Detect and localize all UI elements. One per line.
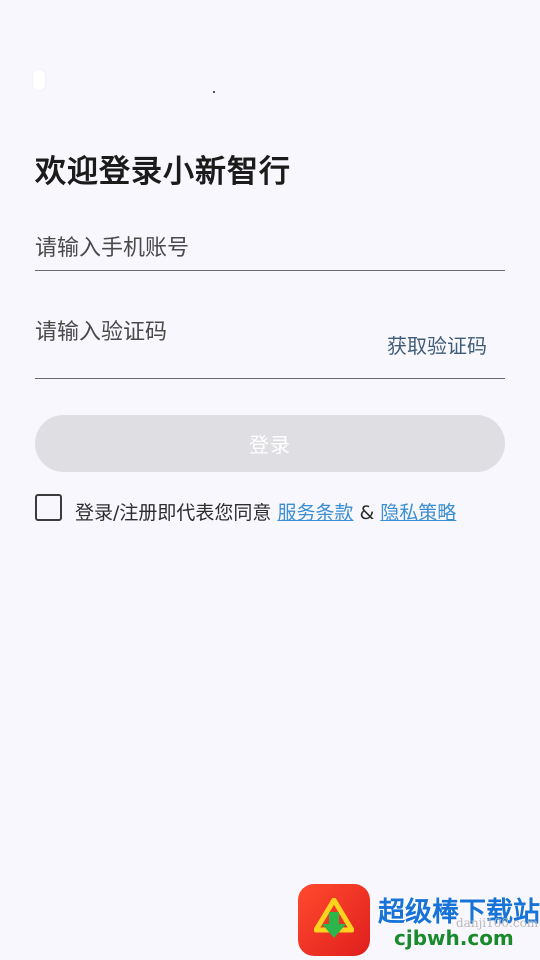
code-input[interactable]: [35, 310, 365, 354]
code-field: 获取验证码: [35, 310, 505, 379]
phone-input[interactable]: [35, 226, 365, 270]
login-button[interactable]: 登录: [35, 415, 505, 472]
watermark-site: cjbwh.com: [394, 926, 514, 950]
ampersand: &: [359, 502, 375, 524]
page-title: 欢迎登录小新智行: [35, 154, 291, 190]
agreement-text: 登录/注册即代表您同意 服务条款 & 隐私策略: [75, 498, 456, 525]
agreement-row: 登录/注册即代表您同意 服务条款 & 隐私策略: [35, 492, 515, 526]
privacy-link[interactable]: 隐私策略: [380, 502, 456, 524]
download-logo-icon: [298, 884, 370, 956]
agreement-label: 登录/注册即代表您同意: [75, 502, 272, 524]
agreement-checkbox[interactable]: [35, 494, 62, 521]
phone-field: [35, 226, 505, 271]
status-bar-speck: [213, 91, 215, 93]
get-code-button[interactable]: 获取验证码: [387, 330, 487, 359]
download-arrow-icon: [314, 898, 354, 938]
watermark: 超级棒下载站 danji100.com cjbwh.com: [298, 880, 540, 960]
terms-link[interactable]: 服务条款: [277, 502, 353, 524]
status-bar-blob: [33, 70, 45, 90]
